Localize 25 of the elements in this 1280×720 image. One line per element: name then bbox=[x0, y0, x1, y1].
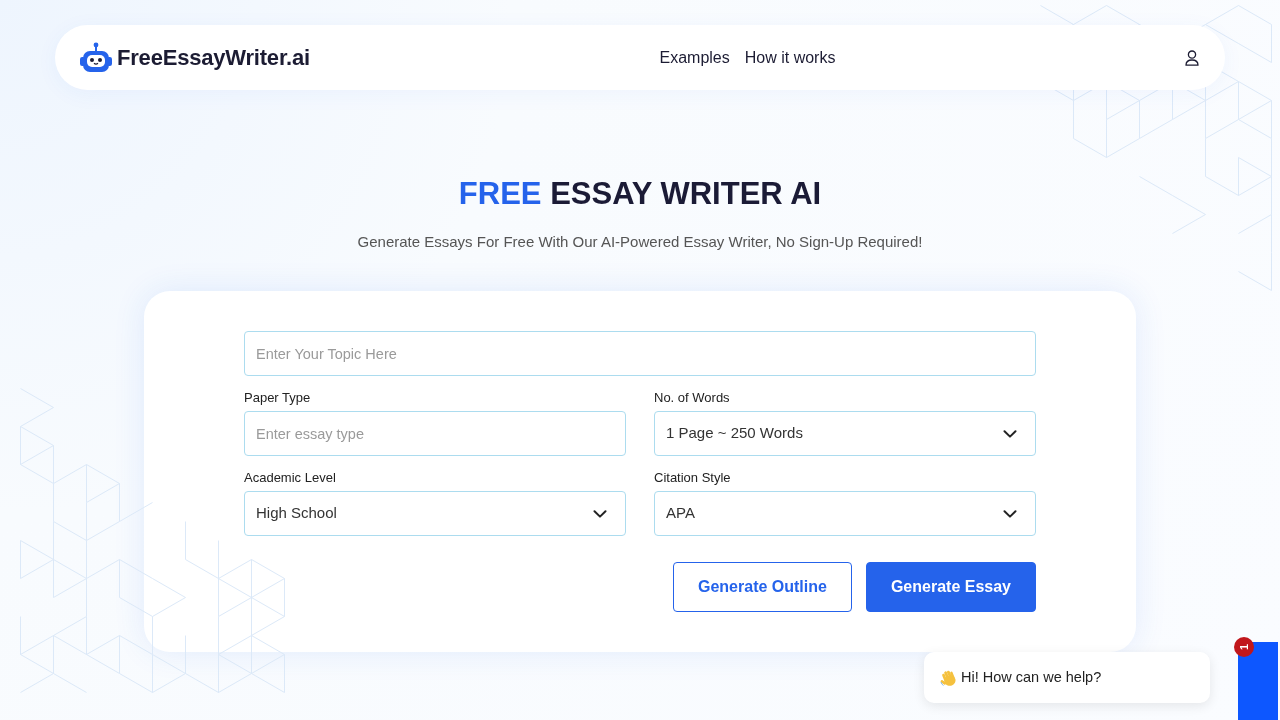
chat-bubble[interactable]: Hi! How can we help? bbox=[924, 652, 1210, 703]
dropdown-field[interactable]: High School bbox=[244, 491, 626, 536]
dropdown-field[interactable]: APA bbox=[654, 491, 1036, 536]
field-label: Paper Type bbox=[244, 390, 312, 406]
dropdown-field[interactable]: 1 Page ~ 250 Words bbox=[654, 411, 1036, 456]
site-logo[interactable]: FreeEssayWriter.ai bbox=[117, 41, 310, 74]
page-title: FREE ESSAY WRITER AI bbox=[457, 175, 823, 213]
waving-hand-icon bbox=[940, 668, 957, 687]
field-label: Academic Level bbox=[244, 470, 337, 486]
chat-message: Hi! How can we help? bbox=[961, 667, 1102, 687]
outline-button[interactable]: Generate Outline bbox=[673, 562, 852, 612]
primary-button[interactable]: Generate Essay bbox=[865, 562, 1036, 612]
chevron-down-icon bbox=[1003, 509, 1017, 518]
user-icon[interactable] bbox=[1185, 49, 1199, 66]
nav-link[interactable]: Examples bbox=[659, 45, 730, 70]
text-input[interactable]: Enter essay type bbox=[244, 411, 626, 456]
chevron-down-icon bbox=[593, 509, 607, 518]
topic-input[interactable]: Enter Your Topic Here bbox=[244, 331, 1036, 376]
chevron-down-icon bbox=[1003, 429, 1017, 438]
field-label: No. of Words bbox=[654, 390, 731, 406]
field-label: Citation Style bbox=[654, 470, 732, 486]
notification-badge: 1 bbox=[1234, 637, 1254, 657]
robot-icon bbox=[79, 41, 113, 74]
page-subtitle: Generate Essays For Free With Our AI-Powered Essay Writer, No Sign-Up Required! bbox=[356, 232, 924, 252]
nav-link[interactable]: How it works bbox=[744, 45, 836, 70]
